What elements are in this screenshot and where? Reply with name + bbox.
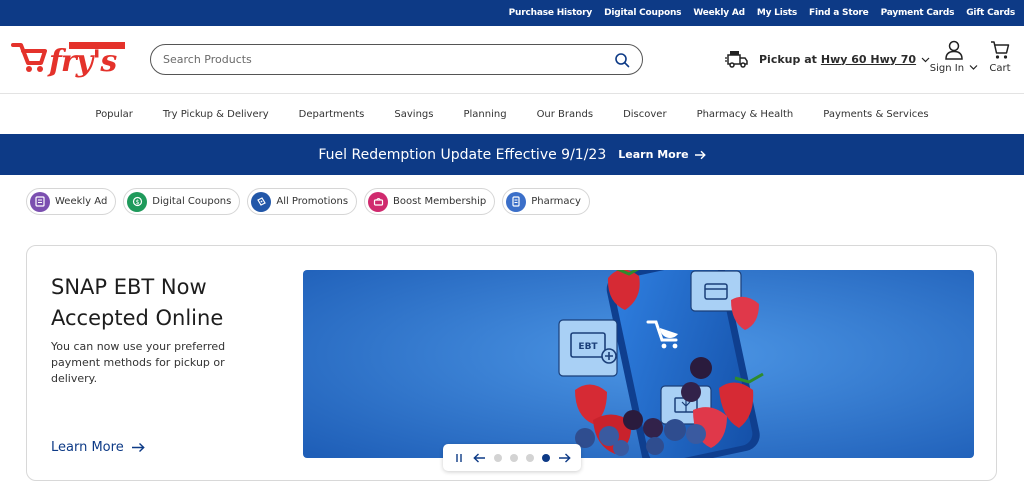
- chip-weekly-ad[interactable]: Weekly Ad: [26, 188, 117, 215]
- arrow-right-icon: [131, 442, 145, 453]
- nav-item-departments[interactable]: Departments: [299, 109, 365, 120]
- cart-label: Cart: [989, 63, 1011, 74]
- utility-link-my-lists[interactable]: My Lists: [757, 8, 797, 18]
- search-input[interactable]: [163, 53, 614, 66]
- banner-learn-more-label: Learn More: [618, 148, 689, 161]
- hero-description: You can now use your preferred payment m…: [51, 340, 226, 385]
- chip-label: Digital Coupons: [152, 196, 232, 207]
- utility-link-gift-cards[interactable]: Gift Cards: [966, 8, 1015, 18]
- promo-banner: Fuel Redemption Update Effective 9/1/23 …: [0, 134, 1024, 175]
- coupon-icon: $: [127, 191, 148, 212]
- ebt-card-icon: EBT: [558, 319, 618, 377]
- banner-learn-more-link[interactable]: Learn More: [618, 148, 706, 161]
- chip-label: Pharmacy: [531, 196, 581, 207]
- cart-icon: [991, 41, 1010, 59]
- hero-learn-more-link[interactable]: Learn More: [51, 440, 145, 455]
- carousel-dot[interactable]: [510, 453, 518, 462]
- nav-item-payments-services[interactable]: Payments & Services: [823, 109, 928, 120]
- pharmacy-icon: [506, 191, 527, 212]
- nav-item-popular[interactable]: Popular: [95, 109, 133, 120]
- arrow-left-icon[interactable]: [473, 452, 486, 464]
- chip-label: Weekly Ad: [55, 196, 108, 207]
- carousel-dot[interactable]: [494, 453, 502, 462]
- quick-links: Weekly Ad $ Digital Coupons All Promotio…: [26, 188, 590, 215]
- nav-item-pickup-delivery[interactable]: Try Pickup & Delivery: [163, 109, 269, 120]
- utility-link-digital-coupons[interactable]: Digital Coupons: [604, 8, 681, 18]
- svg-text:EBT: EBT: [578, 342, 598, 352]
- nav-item-our-brands[interactable]: Our Brands: [537, 109, 594, 120]
- utility-link-payment-cards[interactable]: Payment Cards: [881, 8, 955, 18]
- search-icon[interactable]: [614, 52, 630, 68]
- site-header: fry's Pickup at Hwy 60 Hwy 70 Sig: [0, 26, 1024, 94]
- store-name-link[interactable]: Hwy 60 Hwy 70: [821, 53, 916, 66]
- cart-button[interactable]: Cart: [986, 40, 1014, 74]
- nav-item-pharmacy-health[interactable]: Pharmacy & Health: [697, 109, 794, 120]
- carousel-dot-active[interactable]: [542, 453, 550, 462]
- pickup-label: Pickup at: [759, 52, 817, 66]
- hero-title: SNAP EBT Now Accepted Online: [51, 275, 224, 330]
- nav-item-discover[interactable]: Discover: [623, 109, 667, 120]
- utility-link-find-a-store[interactable]: Find a Store: [809, 8, 869, 18]
- banner-message: Fuel Redemption Update Effective 9/1/23: [318, 146, 607, 163]
- sign-in-label: Sign In: [929, 63, 965, 74]
- pickup-truck-icon: [725, 51, 748, 68]
- utility-link-weekly-ad[interactable]: Weekly Ad: [693, 8, 745, 18]
- chip-label: Boost Membership: [393, 196, 487, 207]
- pause-icon[interactable]: [453, 452, 465, 464]
- search-bar: [150, 44, 643, 75]
- chip-digital-coupons[interactable]: $ Digital Coupons: [123, 188, 241, 215]
- nav-item-savings[interactable]: Savings: [394, 109, 433, 120]
- pickup-store-selector[interactable]: Pickup at Hwy 60 Hwy 70: [725, 46, 930, 72]
- carousel-controls: [443, 444, 581, 471]
- hero-learn-more-label: Learn More: [51, 440, 124, 455]
- svg-text:fry's: fry's: [47, 44, 117, 79]
- utility-link-purchase-history[interactable]: Purchase History: [509, 8, 593, 18]
- chevron-down-icon: [969, 65, 978, 70]
- boost-icon: [368, 191, 389, 212]
- sign-in-button[interactable]: Sign In: [928, 40, 980, 74]
- chip-all-promotions[interactable]: All Promotions: [247, 188, 358, 215]
- svg-text:$: $: [135, 199, 139, 206]
- user-icon: [945, 40, 963, 60]
- carousel-dot[interactable]: [526, 453, 534, 462]
- hero-image[interactable]: EBT: [303, 270, 974, 458]
- promotions-icon: [251, 191, 272, 212]
- chip-pharmacy[interactable]: Pharmacy: [502, 188, 590, 215]
- frys-logo[interactable]: fry's: [11, 39, 127, 79]
- chip-boost-membership[interactable]: Boost Membership: [364, 188, 496, 215]
- weekly-ad-icon: [30, 191, 50, 212]
- utility-bar: Purchase History Digital Coupons Weekly …: [0, 0, 1024, 26]
- arrow-right-icon: [694, 150, 706, 159]
- main-nav: Popular Try Pickup & Delivery Department…: [0, 95, 1024, 133]
- arrow-right-icon[interactable]: [558, 452, 571, 464]
- chip-label: All Promotions: [276, 196, 349, 207]
- nav-item-planning[interactable]: Planning: [463, 109, 506, 120]
